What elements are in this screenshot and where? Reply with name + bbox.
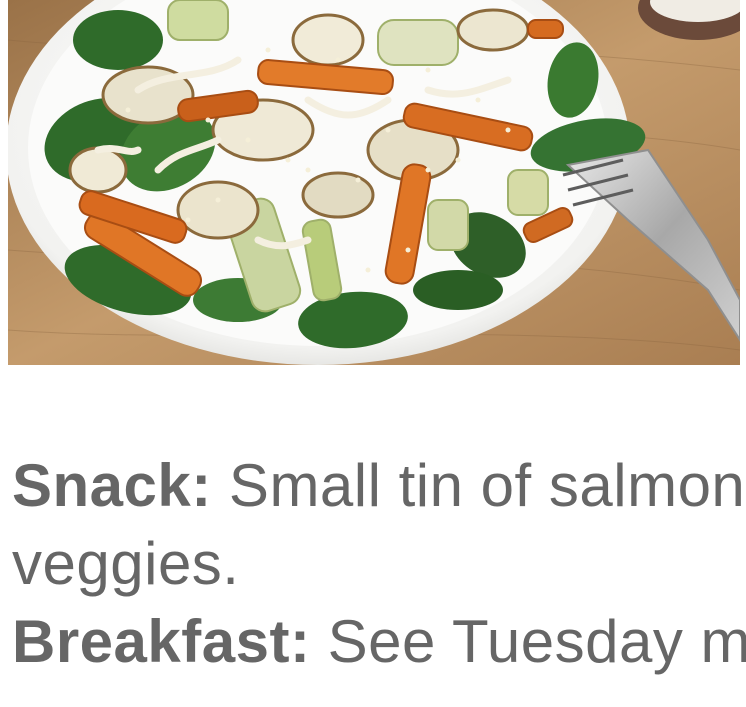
snack-line: Snack: Small tin of salmon [12, 447, 746, 525]
snack-text: Small tin of salmon [211, 452, 746, 519]
salad-illustration [8, 0, 740, 365]
snack-continuation-text: veggies. [12, 530, 240, 597]
article-page: Snack: Small tin of salmon veggies. Brea… [0, 0, 746, 707]
breakfast-text: See Tuesday m [310, 608, 746, 675]
salad-photo [8, 0, 740, 365]
breakfast-line: Breakfast: See Tuesday m [12, 603, 746, 681]
breakfast-label: Breakfast: [12, 608, 311, 675]
meal-plan-text: Snack: Small tin of salmon veggies. Brea… [12, 447, 746, 681]
snack-label: Snack: [12, 452, 212, 519]
snack-continuation-line: veggies. [12, 525, 746, 603]
